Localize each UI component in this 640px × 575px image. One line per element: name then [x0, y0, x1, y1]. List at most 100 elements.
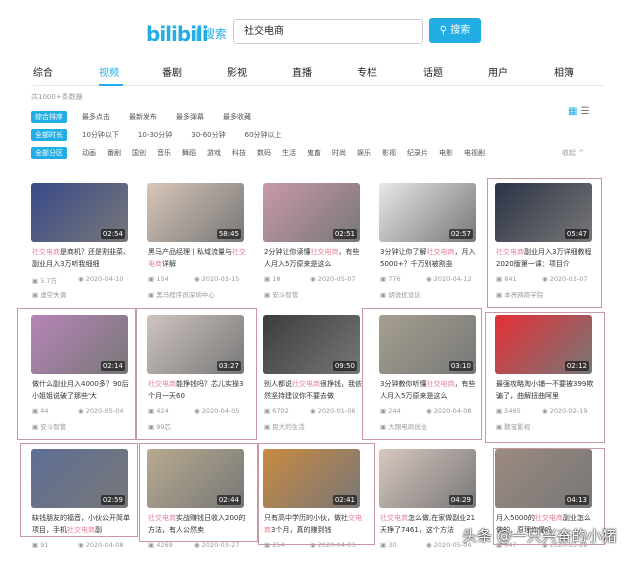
filter-zone-option[interactable]: 舞蹈 — [182, 148, 196, 158]
filter-zone-option[interactable]: 国创 — [132, 148, 146, 158]
filter-order: 综合排序 最多点击 最新发布 最多弹幕 最多收藏 — [31, 111, 270, 123]
upload-date: 2020-03-27 — [201, 541, 240, 549]
filter-zone-selected[interactable]: 全部分区 — [31, 147, 67, 159]
tab-5[interactable]: 专栏 — [357, 64, 377, 79]
filter-duration-option[interactable]: 10-30分钟 — [138, 130, 172, 140]
play-count: 30 — [388, 541, 397, 549]
play-count: 6702 — [272, 407, 289, 415]
upload-date: 2020-04-08 — [85, 541, 124, 549]
video-duration: 02:51 — [332, 229, 357, 239]
title-highlight: 社交电商 — [380, 514, 408, 522]
video-title[interactable]: 2分钟让你读懂社交电商，有些人月入5万原来是这么 — [264, 246, 362, 270]
video-meta: ▣ 6702 ◉ 2020-01-06 — [264, 407, 362, 415]
filter-zone-option[interactable]: 鬼畜 — [307, 148, 321, 158]
video-thumbnail[interactable]: 58:45 — [147, 183, 244, 242]
video-meta: ▣ 18 ◉ 2020-05-07 — [264, 275, 362, 283]
filter-order-option[interactable]: 最新发布 — [129, 112, 157, 122]
video-title[interactable]: 别人都说社交电商很挣钱，我依然坚持建议你不要去做 — [264, 378, 362, 402]
logo-suffix: | 搜索 — [195, 27, 227, 41]
highlight-box — [17, 308, 136, 440]
uploader[interactable]: ▣ 民大的生活 — [264, 421, 305, 431]
video-title[interactable]: 3分钟让你了解社交电商，月入5000+？千万别被割韭 — [380, 246, 478, 270]
video-card[interactable]: 09:50 别人都说社交电商很挣钱，我依然坚持建议你不要去做 ▣ 6702 ◉ 2… — [259, 315, 365, 441]
video-thumbnail[interactable]: 02:51 — [263, 183, 360, 242]
filter-zone-option[interactable]: 数码 — [257, 148, 271, 158]
search-input[interactable]: 社交电商 — [233, 19, 423, 44]
highlight-box — [258, 443, 375, 545]
watermark: 头条 @一只兴奋的小猪 — [462, 527, 617, 545]
tab-1[interactable]: 视频 — [99, 64, 119, 79]
filter-zone-option[interactable]: 动画 — [82, 148, 96, 158]
tab-0[interactable]: 综合 — [33, 64, 53, 79]
filter-zone-option[interactable]: 电视剧 — [464, 148, 485, 158]
uploader-icon: ▣ — [148, 291, 157, 299]
filter-duration-option[interactable]: 60分钟以上 — [245, 130, 282, 140]
tab-6[interactable]: 话题 — [423, 64, 443, 79]
clock-icon: ◉ — [310, 407, 318, 415]
uploader[interactable]: ▣ 黑马程序员深圳中心 — [148, 289, 215, 299]
video-card[interactable]: 58:45 黑马产品经理丨私域流量与社交电商详解 ▣ 154 ◉ 2020-03-… — [143, 183, 249, 309]
play-count-icon: ▣ — [32, 277, 41, 285]
tab-4[interactable]: 直播 — [292, 64, 312, 79]
video-thumbnail[interactable]: 02:57 — [379, 183, 476, 242]
tabs: 综合 视频 番剧 影视 直播 专栏 话题 用户 相簿 — [33, 62, 605, 86]
tab-7[interactable]: 用户 — [488, 64, 508, 79]
clock-icon: ◉ — [194, 541, 202, 549]
search-icon: ⚲ — [439, 25, 451, 36]
video-title[interactable]: 黑马产品经理丨私域流量与社交电商详解 — [148, 246, 246, 270]
video-card[interactable]: 02:51 2分钟让你读懂社交电商，有些人月入5万原来是这么 ▣ 18 ◉ 202… — [259, 183, 365, 309]
search-button[interactable]: ⚲ 搜索 — [429, 18, 481, 43]
highlight-box — [485, 312, 605, 443]
highlight-box — [362, 308, 482, 440]
filter-order-option[interactable]: 最多收藏 — [223, 112, 251, 122]
video-thumbnail[interactable]: 09:50 — [263, 315, 360, 374]
active-tab-underline — [99, 84, 123, 86]
video-card[interactable]: 04:29 社交电商怎么做,在家做副业21天挣了7461，这个方法 ▣ 30 ◉ … — [375, 449, 481, 575]
video-thumbnail[interactable]: 02:54 — [31, 183, 128, 242]
play-count: 4269 — [156, 541, 173, 549]
filter-zone-option[interactable]: 纪录片 — [407, 148, 428, 158]
video-title[interactable]: 社交电商是商机？还是割韭菜、副业月入3万听我细细 — [32, 246, 130, 270]
grid-view-icon[interactable]: ▦ — [568, 106, 577, 117]
upload-date: 2020-04-10 — [85, 275, 124, 283]
filter-duration-option[interactable]: 30-60分钟 — [191, 130, 225, 140]
play-count-icon: ▣ — [380, 541, 389, 549]
video-card[interactable]: 02:54 社交电商是商机？还是割韭菜、副业月入3万听我细细 ▣ 5.7万 ◉ 2… — [27, 183, 133, 309]
uploader[interactable]: ▣ 胡说优设论 — [380, 289, 421, 299]
uploader[interactable]: ▣ 虚空失调 — [32, 289, 66, 299]
uploader-name: 安斗智管 — [272, 291, 299, 299]
video-card[interactable]: 02:57 3分钟让你了解社交电商，月入5000+？千万别被割韭 ▣ 776 ◉ … — [375, 183, 481, 309]
collapse-button[interactable]: 收起 ^ — [562, 148, 584, 158]
video-duration: 09:50 — [332, 361, 357, 371]
filter-zone-option[interactable]: 娱乐 — [357, 148, 371, 158]
list-view-icon[interactable]: ☰ — [581, 106, 590, 117]
title-text: 别人都说 — [264, 380, 292, 388]
filter-order-option[interactable]: 最多点击 — [82, 112, 110, 122]
video-duration: 02:57 — [448, 229, 473, 239]
video-meta: ▣ 5.7万 ◉ 2020-04-10 — [32, 275, 130, 285]
filter-order-option[interactable]: 最多弹幕 — [176, 112, 204, 122]
filter-zone-option[interactable]: 影视 — [382, 148, 396, 158]
upload-date: 2020-03-15 — [201, 275, 240, 283]
tab-8[interactable]: 相簿 — [554, 64, 574, 79]
tab-2[interactable]: 番剧 — [162, 64, 182, 79]
filter-zone-option[interactable]: 音乐 — [157, 148, 171, 158]
filter-order-selected[interactable]: 综合排序 — [31, 111, 67, 123]
filter-duration-selected[interactable]: 全部时长 — [31, 129, 67, 141]
filter-zone-option[interactable]: 时尚 — [332, 148, 346, 158]
title-text: 2分钟让你读懂 — [264, 248, 311, 256]
filter-zone-option[interactable]: 游戏 — [207, 148, 221, 158]
video-thumbnail[interactable]: 04:29 — [379, 449, 476, 508]
filter-zone-option[interactable]: 科技 — [232, 148, 246, 158]
title-highlight: 社交电商 — [32, 248, 60, 256]
filter-duration: 全部时长 10分钟以下 10-30分钟 30-60分钟 60分钟以上 — [31, 129, 301, 141]
filter-zone-option[interactable]: 番剧 — [107, 148, 121, 158]
tab-3[interactable]: 影视 — [227, 64, 247, 79]
uploader-name: 虚空失调 — [40, 291, 67, 299]
filter-zone-option[interactable]: 电影 — [439, 148, 453, 158]
play-count-icon: ▣ — [148, 541, 157, 549]
filter-zone-option[interactable]: 生活 — [282, 148, 296, 158]
title-text: 黑马产品经理丨私域流量与 — [148, 248, 232, 256]
uploader[interactable]: ▣ 安斗智管 — [264, 289, 298, 299]
filter-duration-option[interactable]: 10分钟以下 — [82, 130, 119, 140]
